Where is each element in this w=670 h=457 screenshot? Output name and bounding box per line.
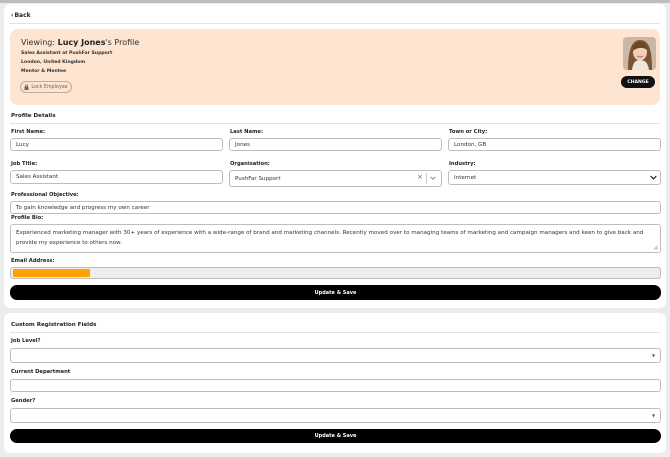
department-label: Current Department [11, 369, 71, 375]
objective-label: Professional Objective: [11, 192, 79, 198]
divider [10, 123, 660, 124]
town-input[interactable]: London, GB [448, 138, 661, 151]
redacted-email [13, 269, 90, 277]
bio-text: Experienced marketing manager with 30+ y… [16, 230, 644, 246]
close-icon[interactable]: × [417, 174, 423, 181]
resize-handle-icon[interactable] [653, 245, 658, 250]
profile-details-title: Profile Details [11, 113, 56, 119]
gender-select[interactable] [10, 408, 661, 423]
select-separator [426, 173, 427, 184]
name-suffix: 's Profile [105, 38, 140, 47]
profile-card: ‹Back Viewing: Lucy Jones's Profile Sale… [4, 4, 666, 308]
chevron-down-icon[interactable] [430, 176, 436, 180]
industry-value: Internet [454, 174, 477, 181]
role-line: Sales Assistant at PushFar Support [21, 51, 113, 56]
divider [10, 23, 660, 24]
custom-fields-title: Custom Registration Fields [11, 322, 97, 328]
update-save-custom-button[interactable]: Update & Save [10, 429, 661, 443]
lock-employee-label: Lock Employee [31, 84, 68, 90]
lock-employee-button[interactable]: Lock Employee [20, 81, 72, 93]
lock-icon [24, 84, 29, 90]
last-name-label: Last Name: [230, 129, 264, 135]
chevron-down-icon[interactable] [650, 175, 657, 180]
caret-down-icon[interactable]: ▼ [652, 353, 655, 358]
custom-fields-card: Custom Registration Fields Job Level? ▼ … [4, 313, 666, 453]
first-name-input[interactable]: Lucy [10, 138, 223, 151]
window-top-edge [0, 0, 670, 3]
user-name: Lucy Jones [57, 38, 106, 47]
divider [10, 332, 660, 333]
email-label: Email Address: [11, 258, 55, 264]
department-input[interactable] [10, 379, 661, 392]
location-line: London, United Kingdom [21, 60, 86, 65]
back-link[interactable]: ‹Back [11, 12, 31, 19]
industry-select[interactable]: Internet [448, 170, 661, 185]
industry-label: Industry: [449, 161, 476, 167]
bio-label: Profile Bio: [11, 215, 44, 221]
job-title-input[interactable]: Sales Assistant [10, 170, 223, 184]
change-avatar-button[interactable]: CHANGE [621, 76, 655, 88]
job-level-select[interactable] [10, 348, 661, 363]
last-name-input[interactable]: Jones [229, 138, 442, 151]
mentor-status: Mentor & Mentee [21, 69, 67, 74]
viewing-prefix: Viewing: [21, 38, 58, 47]
organisation-value: PushFar Support [235, 175, 281, 182]
first-name-label: First Name: [11, 129, 46, 135]
profile-banner: Viewing: Lucy Jones's Profile Sales Assi… [10, 29, 660, 105]
town-label: Town or City: [449, 129, 488, 135]
caret-down-icon[interactable]: ▼ [652, 413, 655, 418]
job-level-label: Job Level? [11, 338, 41, 344]
organisation-label: Organisation: [230, 161, 270, 167]
avatar [623, 37, 656, 70]
organisation-select[interactable]: PushFar Support [229, 170, 442, 187]
bio-textarea[interactable]: Experienced marketing manager with 30+ y… [10, 224, 661, 253]
email-input[interactable] [10, 267, 661, 279]
objective-input[interactable]: To gain knowledge and progress my own ca… [10, 201, 661, 214]
gender-label: Gender? [11, 398, 36, 404]
job-title-label: Job Title: [11, 161, 38, 167]
viewing-heading: Viewing: Lucy Jones's Profile [21, 38, 139, 47]
update-save-button[interactable]: Update & Save [10, 285, 661, 300]
back-label: Back [14, 12, 31, 19]
